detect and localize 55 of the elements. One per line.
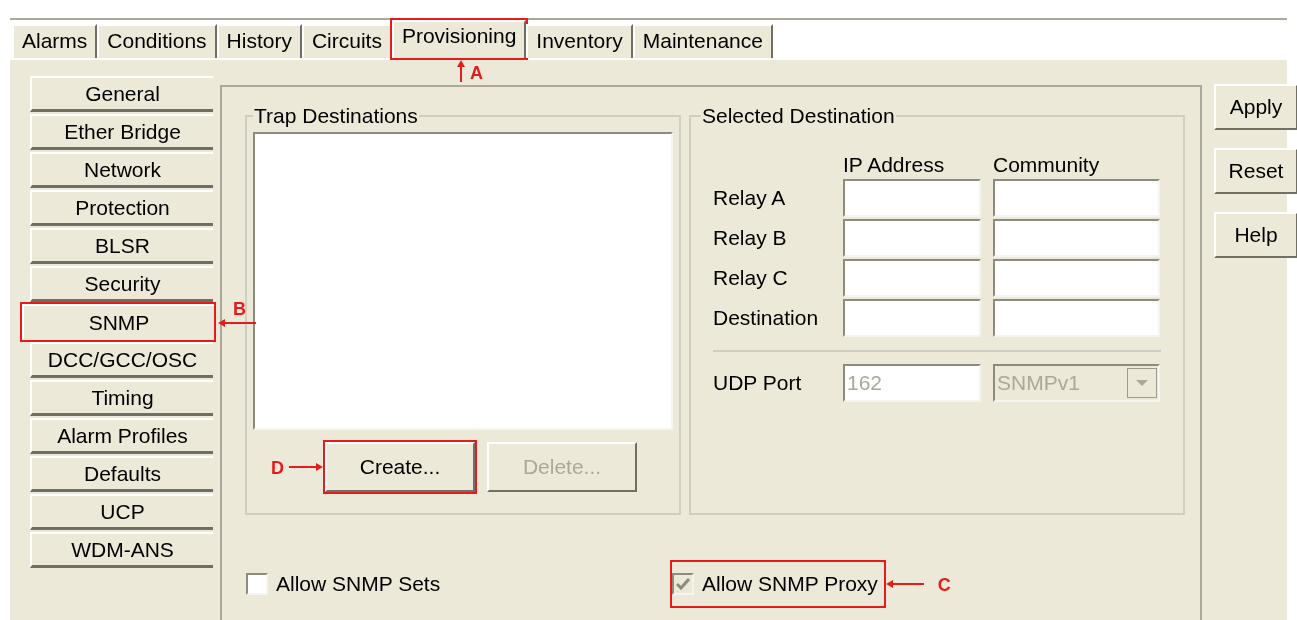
tab[interactable]: Inventory [526, 24, 633, 58]
sidebar-item[interactable]: Ether Bridge [30, 114, 213, 150]
row-label: Relay A [713, 185, 787, 212]
sidebar-item[interactable]: UCP [30, 494, 213, 530]
callout-arrow [218, 318, 256, 328]
checkbox-label: Allow SNMP Sets [276, 571, 441, 598]
sidebar-item[interactable]: Timing [30, 380, 213, 416]
tab[interactable]: History [216, 24, 302, 58]
checkbox-label: Allow SNMP Proxy [702, 571, 878, 598]
callout-label: D [271, 459, 284, 477]
sidebar-item[interactable]: General [30, 76, 213, 112]
ip-address-field[interactable] [843, 299, 981, 337]
tab[interactable]: Circuits [301, 24, 392, 58]
sidebar-item[interactable]: Alarm Profiles [30, 418, 213, 454]
community-field[interactable] [993, 219, 1160, 257]
checkbox-option[interactable]: Allow SNMP Sets [246, 562, 672, 606]
callout-arrow [455, 59, 466, 82]
ip-address-field[interactable] [843, 179, 981, 217]
column-header: IP Address [843, 152, 946, 179]
ip-address-field[interactable] [843, 259, 981, 297]
checkmark-icon [676, 577, 690, 591]
tab[interactable]: Alarms [12, 24, 98, 58]
callout-label: B [233, 300, 246, 318]
sidebar-item[interactable]: Security [30, 266, 213, 302]
callout-label: C [937, 576, 951, 594]
group-title: Selected Destination [701, 105, 896, 126]
create-button[interactable]: Create... [325, 442, 475, 492]
row-label: Destination [713, 305, 820, 332]
tab[interactable]: Maintenance [632, 24, 773, 58]
group-title: Trap Destinations [253, 105, 419, 126]
sidebar-item[interactable]: Network [30, 152, 213, 188]
row-label: Relay B [713, 225, 788, 252]
tab[interactable]: Conditions [97, 24, 217, 58]
community-field[interactable] [993, 259, 1160, 297]
side-button[interactable]: Help [1214, 212, 1297, 258]
community-field[interactable] [993, 299, 1160, 337]
tab[interactable]: Provisioning [391, 20, 527, 58]
sidebar-item[interactable]: Protection [30, 190, 213, 226]
sidebar-item[interactable]: WDM-ANS [30, 532, 213, 568]
checkbox[interactable] [246, 573, 268, 595]
community-field[interactable] [993, 179, 1160, 217]
dropdown-arrow-icon [1127, 368, 1157, 398]
sidebar-item[interactable]: DCC/GCC/OSC [30, 342, 213, 378]
side-button[interactable]: Reset [1214, 148, 1297, 194]
column-header: Community [993, 152, 1100, 179]
callout-arrow [289, 462, 323, 472]
ip-address-field[interactable] [843, 219, 981, 257]
callout-label: A [469, 63, 483, 82]
row-label: Relay C [713, 265, 789, 292]
callout-arrow [885, 579, 924, 589]
row-label: UDP Port [713, 370, 803, 397]
sidebar-item[interactable]: SNMP [22, 304, 214, 340]
sidebar-item[interactable]: BLSR [30, 228, 213, 264]
side-button[interactable]: Apply [1214, 84, 1297, 130]
sidebar-item[interactable]: Defaults [30, 456, 213, 492]
